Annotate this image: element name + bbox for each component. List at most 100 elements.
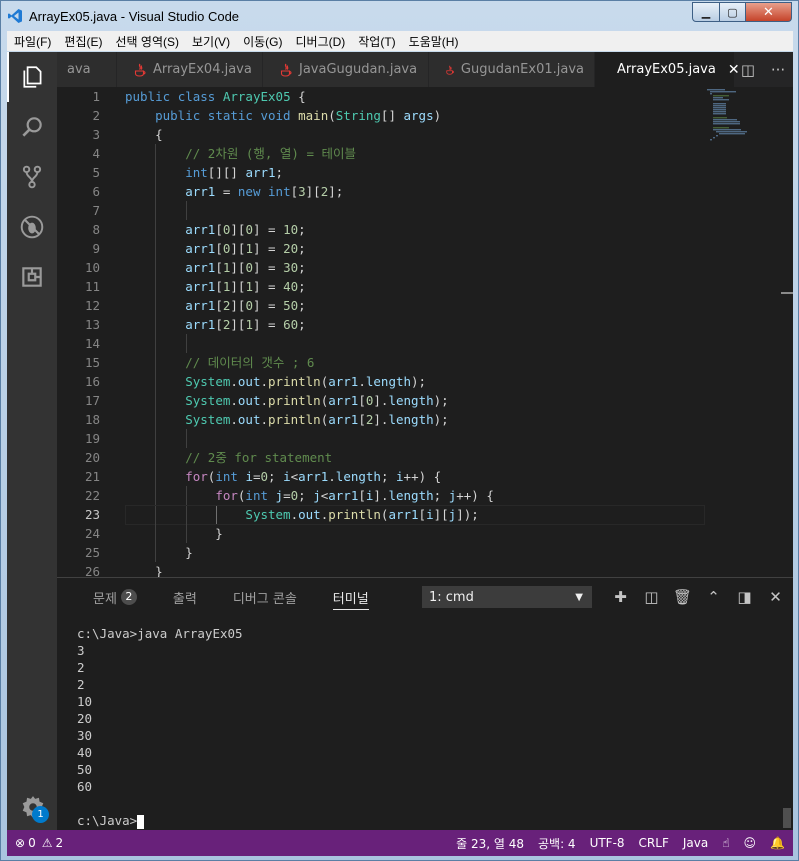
code-line[interactable] xyxy=(125,201,705,220)
indent-guide xyxy=(155,334,157,353)
debug-button[interactable] xyxy=(7,202,57,252)
panel-tab[interactable]: 출력 xyxy=(173,578,197,616)
indent-guide xyxy=(155,505,157,524)
code-line[interactable]: } xyxy=(125,524,705,543)
code-line[interactable]: arr1[2][1] = 60; xyxy=(125,315,705,334)
code-line[interactable]: for(int i=0; i<arr1.length; i++) { xyxy=(125,467,705,486)
code-editor[interactable]: 1 2 3 4 5 6 7 8 9 10 11 12 13 14 15 16 17 18 19 20 21 22 23 24 2… xyxy=(57,87,793,577)
terminal-prompt-line[interactable]: c:\Java> xyxy=(77,812,777,829)
code-line[interactable]: System.out.println(arr1.length); xyxy=(125,372,705,391)
indent-guide xyxy=(155,163,157,182)
code-line[interactable]: arr1[1][0] = 30; xyxy=(125,258,705,277)
panel-tab[interactable]: 터미널 xyxy=(332,578,369,616)
chevron-up-icon[interactable]: ⌃ xyxy=(698,588,729,606)
new-terminal-plus-icon[interactable]: ✚ xyxy=(605,588,636,606)
code-line[interactable]: int[][] arr1; xyxy=(125,163,705,182)
split-terminal-icon[interactable]: ◫ xyxy=(636,588,667,606)
tab-active[interactable]: ArrayEx05.java ✕ xyxy=(595,52,740,87)
menu-item[interactable]: 디버그(D) xyxy=(288,33,351,50)
indent-guide xyxy=(155,239,157,258)
panel-tab[interactable]: 문제 2 xyxy=(93,578,137,616)
code-line[interactable]: // 2차원 (행, 열) = 테이블 xyxy=(125,144,705,163)
source-control-button[interactable] xyxy=(7,152,57,202)
bell-icon[interactable]: 🔔 xyxy=(770,836,785,850)
extensions-button[interactable] xyxy=(7,252,57,302)
code-line[interactable]: for(int j=0; j<arr1[i].length; j++) { xyxy=(125,486,705,505)
code-area[interactable]: public class ArrayEx05 { public static v… xyxy=(125,87,705,577)
tab-file[interactable]: JavaGugudan.java xyxy=(263,52,429,87)
line-number: 20 xyxy=(84,450,100,465)
menu-item[interactable]: 파일(F) xyxy=(7,33,57,50)
search-button[interactable] xyxy=(7,102,57,152)
line-number: 25 xyxy=(84,545,100,560)
code-line[interactable]: arr1[0][0] = 10; xyxy=(125,220,705,239)
terminal-line: 2 xyxy=(77,660,85,675)
code-line[interactable]: arr1 = new int[3][2]; xyxy=(125,182,705,201)
terminal-output[interactable]: c:\Java>java ArrayEx05 3 2 2 10 20 30 40 50 60 c:\… xyxy=(77,625,777,831)
minimap[interactable] xyxy=(707,87,783,167)
close-panel-icon[interactable]: ✕ xyxy=(760,588,791,606)
code-line[interactable]: } xyxy=(125,543,705,562)
end-of-line[interactable]: CRLF xyxy=(639,836,669,850)
terminal-prompt: c:\Java> xyxy=(77,813,138,828)
panel-tab-label: 출력 xyxy=(172,591,197,607)
code-line[interactable]: System.out.println(arr1[i][j]); xyxy=(125,505,705,525)
code-line[interactable] xyxy=(125,429,705,448)
indent-guide xyxy=(155,296,157,315)
editor-scrollbar[interactable] xyxy=(783,87,793,577)
code-line[interactable]: arr1[2][0] = 50; xyxy=(125,296,705,315)
code-line[interactable]: System.out.println(arr1[0].length); xyxy=(125,391,705,410)
indentation[interactable]: 공백: 4 xyxy=(538,835,576,852)
tweet-feedback-icon[interactable]: ☝ xyxy=(722,836,729,850)
code-line[interactable]: // 데이터의 갯수 ; 6 xyxy=(125,353,705,372)
code-line[interactable]: arr1[1][1] = 40; xyxy=(125,277,705,296)
line-number: 11 xyxy=(84,279,100,294)
line-number: 10 xyxy=(84,260,100,275)
menu-item[interactable]: 작업(T) xyxy=(351,33,401,50)
indent-guide xyxy=(185,429,187,448)
trash-icon[interactable]: 🗑 xyxy=(667,588,698,606)
indent-guide xyxy=(155,486,157,505)
java-file-icon xyxy=(134,63,146,77)
code-line[interactable]: public static void main(String[] args) xyxy=(125,106,705,125)
code-line[interactable]: // 2중 for statement xyxy=(125,448,705,467)
menu-item[interactable]: 도움말(H) xyxy=(402,33,465,50)
smiley-icon[interactable]: ☺ xyxy=(744,836,757,850)
minimize-button[interactable]: ▁ xyxy=(692,2,720,22)
code-line[interactable]: { xyxy=(125,125,705,144)
title-bar[interactable]: ArrayEx05.java - Visual Studio Code ▁ ▢ … xyxy=(1,1,798,31)
toggle-panel-icon[interactable]: ◨ xyxy=(729,588,760,606)
terminal-scrollbar[interactable] xyxy=(783,808,791,828)
menu-item[interactable]: 이동(G) xyxy=(236,33,288,50)
encoding[interactable]: UTF-8 xyxy=(590,836,625,850)
tab-label: ArrayEx04.java xyxy=(153,62,252,77)
menu-item[interactable]: 편집(E) xyxy=(57,33,108,50)
line-number: 26 xyxy=(84,564,100,577)
terminal-line: 40 xyxy=(77,745,93,760)
tab-file[interactable]: ava xyxy=(57,52,117,87)
language-mode[interactable]: Java xyxy=(683,836,708,850)
code-line[interactable]: public class ArrayEx05 { xyxy=(125,87,705,106)
more-actions-button[interactable]: ··· xyxy=(763,61,793,79)
maximize-button[interactable]: ▢ xyxy=(720,2,746,22)
code-line[interactable] xyxy=(125,334,705,353)
code-line[interactable]: arr1[0][1] = 20; xyxy=(125,239,705,258)
tab-file[interactable]: ArrayEx04.java xyxy=(117,52,263,87)
explorer-button[interactable] xyxy=(7,52,57,102)
split-editor-button[interactable]: ◫ xyxy=(733,61,763,79)
close-window-button[interactable]: ✕ xyxy=(746,2,792,22)
indent-guide xyxy=(155,467,157,486)
activity-bar: 1 xyxy=(7,52,57,830)
line-number: 5 xyxy=(92,165,100,180)
terminal-select[interactable]: 1: cmd ▼ xyxy=(422,586,592,608)
menu-item[interactable]: 보기(V) xyxy=(185,33,236,50)
scrollbar-position-marker xyxy=(781,292,793,294)
menu-item[interactable]: 선택 영역(S) xyxy=(108,33,185,50)
tab-file[interactable]: GugudanEx01.java xyxy=(429,52,595,87)
panel-tab[interactable]: 디버그 콘솔 xyxy=(233,578,297,616)
problems-status[interactable]: ⊗ 0 ⚠ 2 xyxy=(15,836,63,850)
code-line[interactable]: System.out.println(arr1[2].length); xyxy=(125,410,705,429)
indent-guide xyxy=(155,353,157,372)
cursor-position[interactable]: 줄 23, 열 48 xyxy=(456,835,524,852)
code-line[interactable]: } xyxy=(125,562,705,577)
